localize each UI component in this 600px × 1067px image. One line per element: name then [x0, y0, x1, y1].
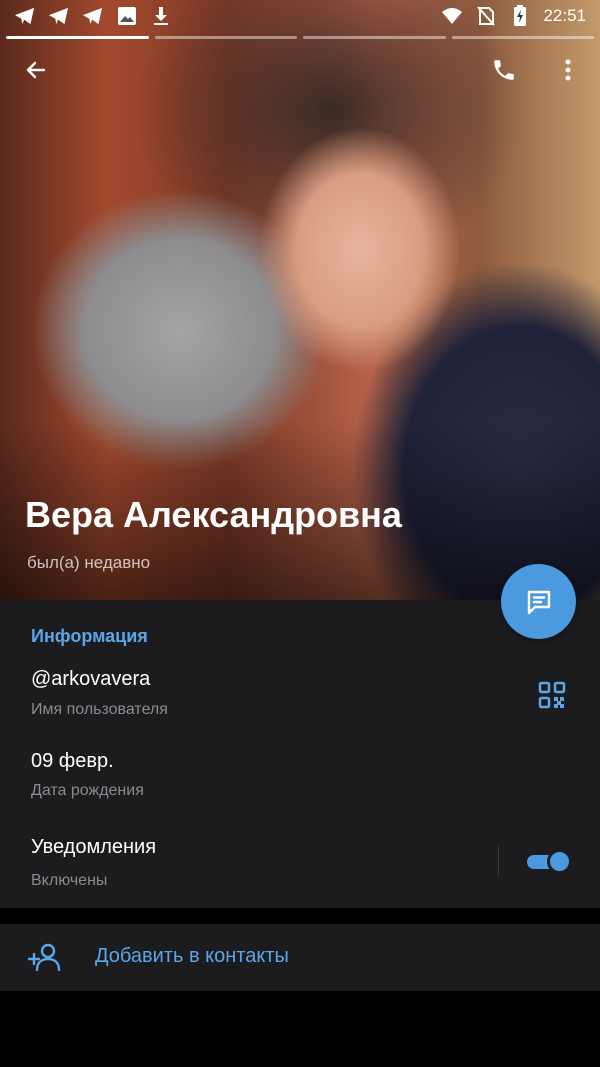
more-options-button[interactable] [546, 48, 590, 92]
telegram-icon [82, 5, 104, 27]
status-time: 22:51 [543, 6, 586, 25]
image-icon [116, 5, 138, 27]
username-value[interactable]: @arkovavera [31, 668, 150, 691]
top-bar [0, 48, 600, 92]
status-bar-system: 22:51 [441, 5, 586, 27]
profile-name: Вера Александровна [25, 494, 402, 535]
back-button[interactable] [14, 48, 58, 92]
qr-code-button[interactable] [537, 680, 567, 710]
status-bar: 22:51 [0, 0, 600, 32]
download-icon [150, 5, 172, 27]
story-progress [6, 36, 594, 39]
send-message-button[interactable] [501, 564, 576, 639]
message-icon [527, 590, 550, 614]
battery-charging-icon [509, 5, 531, 27]
more-vertical-icon [565, 59, 571, 81]
add-user-icon [27, 943, 61, 972]
notifications-title[interactable]: Уведомления [31, 836, 156, 859]
add-to-contacts-row[interactable]: Добавить в контакты [0, 924, 600, 991]
username-label: Имя пользователя [31, 701, 168, 718]
divider [498, 846, 499, 876]
wifi-icon [441, 5, 463, 27]
telegram-icon [14, 5, 36, 27]
phone-icon [494, 60, 514, 80]
add-to-contacts-label: Добавить в контакты [95, 945, 289, 967]
story-segment [154, 36, 297, 39]
back-arrow-icon [26, 61, 46, 79]
notifications-toggle[interactable] [527, 849, 572, 874]
qr-code-icon [538, 681, 566, 709]
story-segment [303, 36, 446, 39]
toggle-knob [547, 849, 572, 874]
story-segment [451, 36, 594, 39]
status-bar-notifications [14, 5, 172, 27]
call-button[interactable] [482, 48, 526, 92]
birthday-value: 09 февр. [31, 750, 114, 772]
story-segment [6, 36, 149, 39]
birthday-label: Дата рождения [31, 782, 144, 799]
no-sim-icon [475, 5, 497, 27]
last-seen-status: был(а) недавно [27, 553, 151, 572]
telegram-icon [48, 5, 70, 27]
notifications-state: Включены [31, 872, 108, 889]
info-section-title: Информация [31, 626, 148, 646]
